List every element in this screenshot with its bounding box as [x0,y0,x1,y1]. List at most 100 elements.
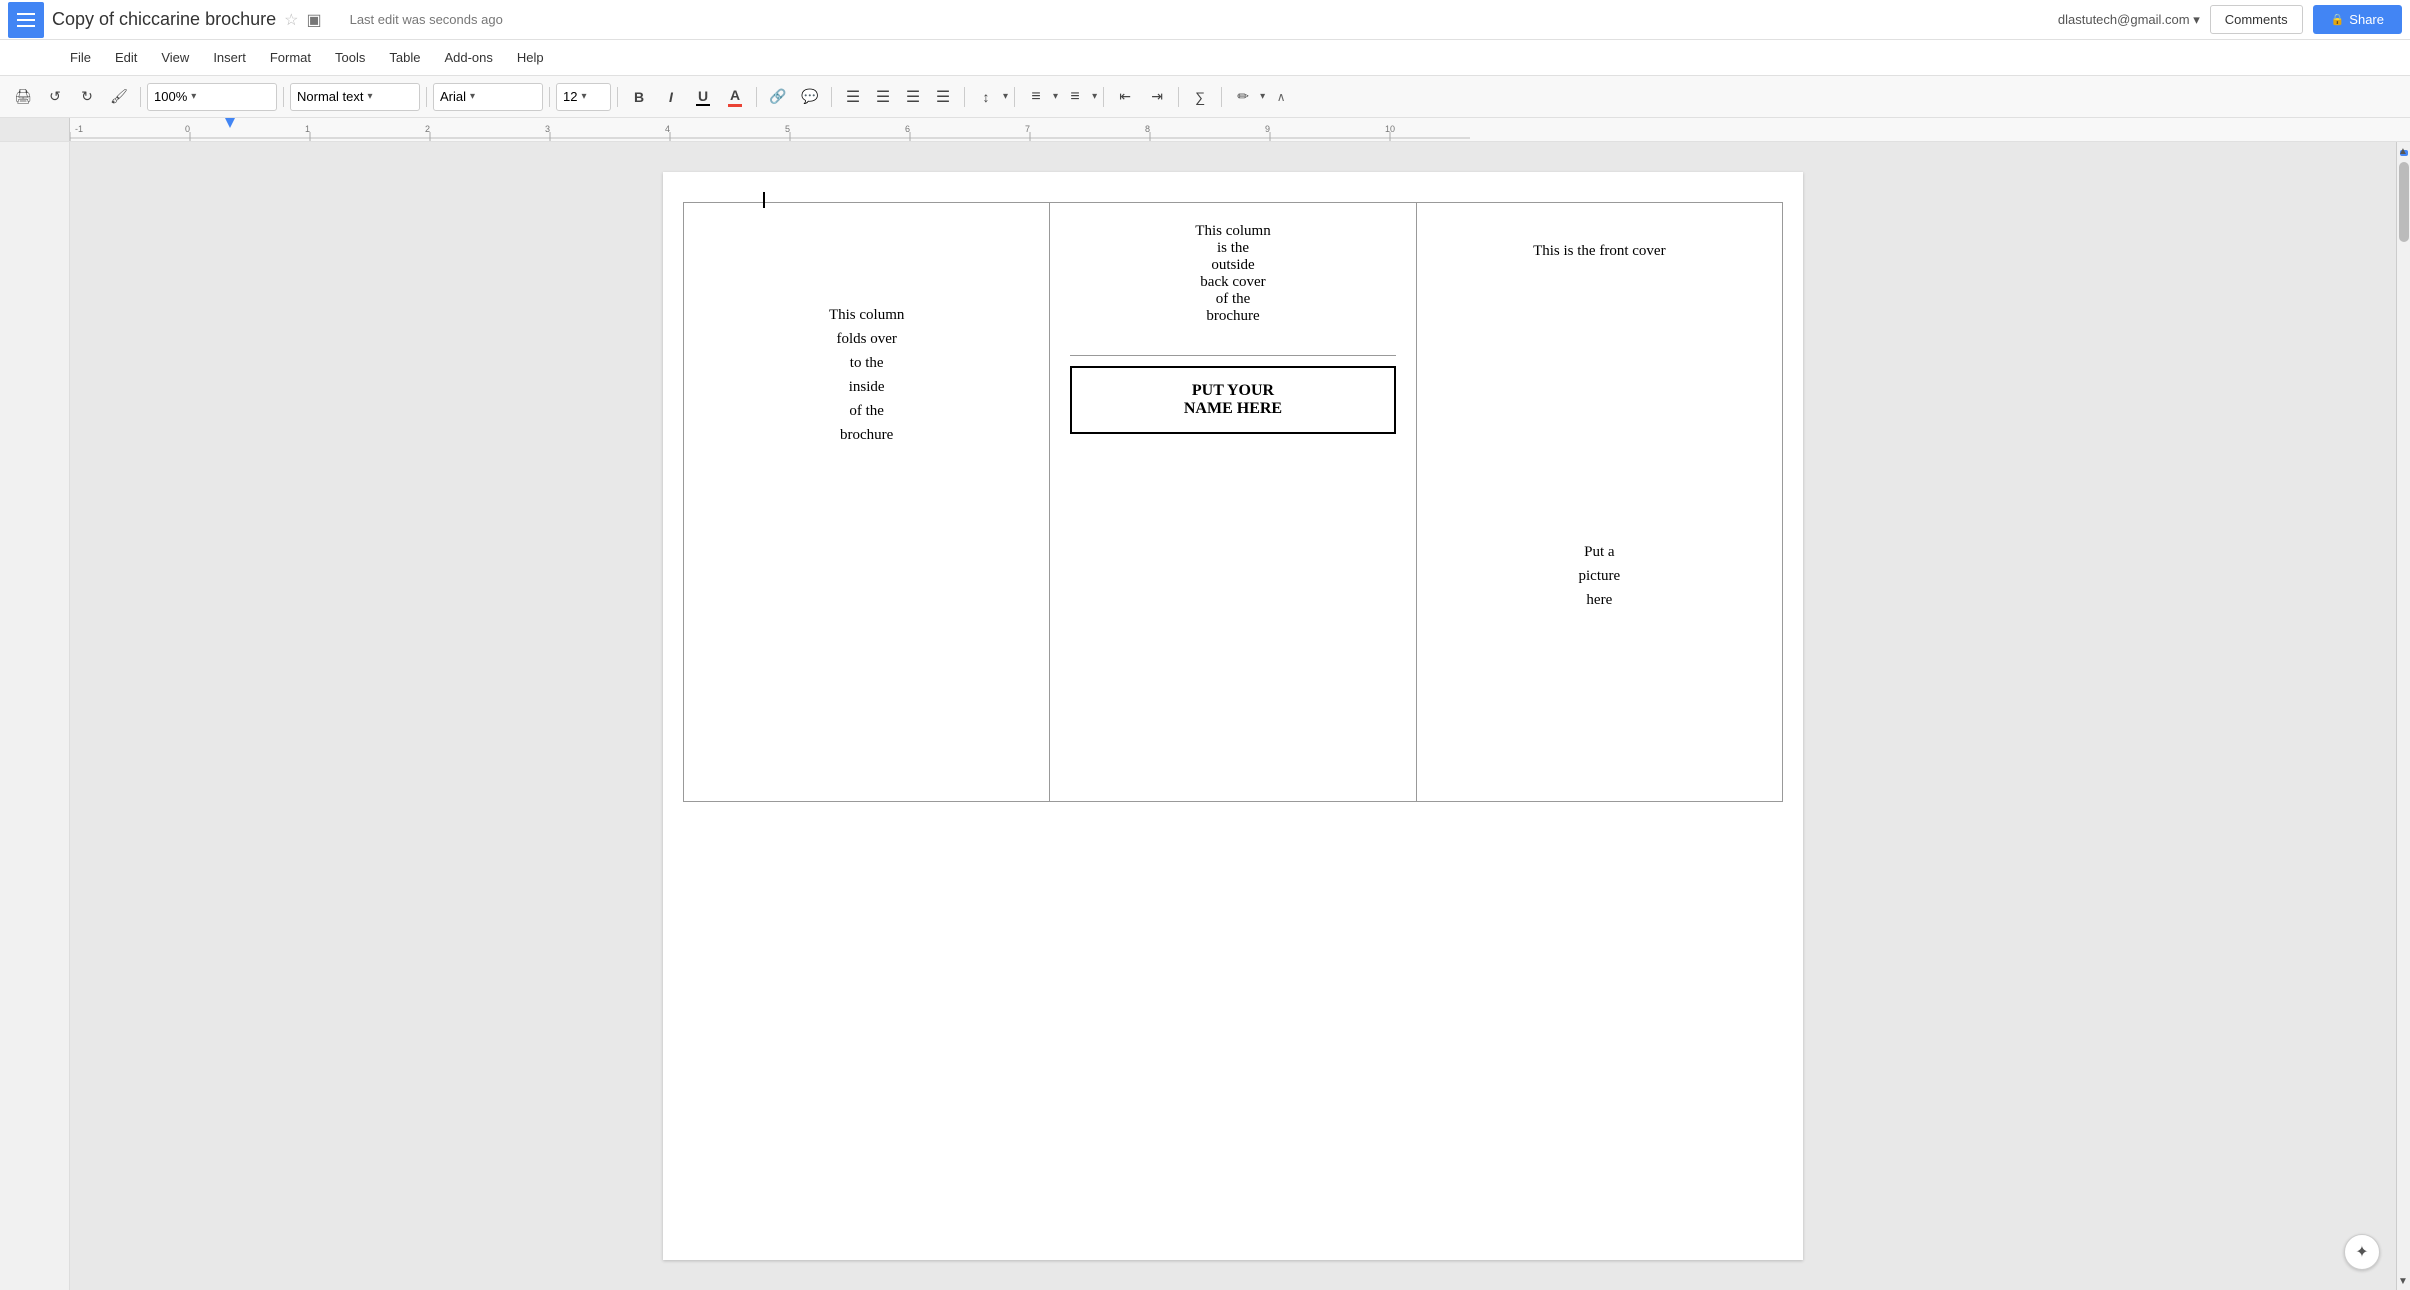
zoom-chevron: ▾ [191,91,196,102]
comments-button[interactable]: Comments [2210,5,2303,34]
svg-text:7: 7 [1025,124,1030,134]
font-size-select[interactable]: 12 ▾ [556,83,611,111]
line-spacing-chevron: ▾ [1003,91,1008,102]
svg-text:8: 8 [1145,124,1150,134]
bullet-list-chevron: ▾ [1092,91,1097,102]
divider-4 [549,87,550,107]
column-middle[interactable]: This columnis theoutsideback coverof the… [1050,203,1416,802]
underline-button[interactable]: U [688,82,718,112]
underline-bar [696,104,710,106]
divider-1 [140,87,141,107]
align-left-button[interactable]: ☰ [838,82,868,112]
color-a-container: A [728,87,742,107]
menu-file[interactable]: File [60,46,101,69]
document-page[interactable]: This columnfolds overto theinsideof theb… [663,172,1803,1260]
align-center-button[interactable]: ☰ [868,82,898,112]
font-select[interactable]: Arial ▾ [433,83,543,111]
pen-chevron: ▾ [1260,91,1265,102]
indent-less-button[interactable]: ⇤ [1110,82,1140,112]
color-bar [728,104,742,107]
scroll-arrow-down[interactable]: ▼ [2396,1274,2410,1288]
column-left[interactable]: This columnfolds overto theinsideof theb… [684,203,1050,802]
hamburger-line-1 [17,13,35,15]
indent-more-button[interactable]: ⇥ [1142,82,1172,112]
hamburger-line-2 [17,19,35,21]
table-row: This columnfolds overto theinsideof theb… [684,203,1783,802]
menu-edit[interactable]: Edit [105,46,147,69]
formula-button[interactable]: ∑ [1185,82,1215,112]
user-email[interactable]: dlastutech@gmail.com ▾ [2058,12,2200,28]
print-button[interactable]: 🖨 [8,82,38,112]
menu-table[interactable]: Table [379,46,430,69]
star-icon[interactable]: ☆ [284,10,298,30]
divider-9 [1014,87,1015,107]
ruler-inner: -1 0 1 2 3 4 5 6 7 8 9 10 [70,118,2410,141]
insert-link-button[interactable]: 🔗 [763,82,793,112]
left-panel [0,142,70,1290]
top-bar: Copy of chiccarine brochure ☆ ▣ Last edi… [0,0,2410,40]
menu-format[interactable]: Format [260,46,321,69]
svg-text:6: 6 [905,124,910,134]
divider-2 [283,87,284,107]
menu-tools[interactable]: Tools [325,46,375,69]
brochure-table: This columnfolds overto theinsideof theb… [683,202,1783,802]
title-area: Copy of chiccarine brochure ☆ ▣ Last edi… [52,9,2058,30]
bold-button[interactable]: B [624,82,654,112]
save-status: Last edit was seconds ago [350,12,503,27]
picture-placeholder-text: Put apicturehere [1437,540,1762,612]
divider-11 [1178,87,1179,107]
top-right-area: dlastutech@gmail.com ▾ Comments 🔒 Share [2058,5,2402,34]
scroll-arrow-up[interactable]: ▲ [2396,144,2410,158]
text-color-button[interactable]: A [720,82,750,112]
divider-10 [1103,87,1104,107]
hamburger-line-3 [17,25,35,27]
zoom-select[interactable]: 100% ▾ [147,83,277,111]
share-button[interactable]: 🔒 Share [2313,5,2402,34]
menu-view[interactable]: View [151,46,199,69]
svg-text:-1: -1 [75,124,83,134]
vertical-scrollbar[interactable]: ▲ ▼ [2396,142,2410,1290]
divider-6 [756,87,757,107]
folder-icon[interactable]: ▣ [306,10,321,30]
font-chevron: ▾ [470,91,475,102]
document-title[interactable]: Copy of chiccarine brochure [52,9,276,30]
name-box[interactable]: PUT YOURNAME HERE [1070,366,1395,434]
divider-7 [831,87,832,107]
pen-area: ✏ ▾ [1228,82,1265,112]
align-justify-button[interactable]: ☰ [928,82,958,112]
line-spacing-button[interactable]: ↕ [971,82,1001,112]
svg-text:4: 4 [665,124,670,134]
align-right-button[interactable]: ☰ [898,82,928,112]
menu-insert[interactable]: Insert [203,46,256,69]
svg-text:1: 1 [305,124,310,134]
insert-comment-button[interactable]: 💬 [795,82,825,112]
svg-text:5: 5 [785,124,790,134]
numbered-list-button[interactable]: ≡ [1021,82,1051,112]
divider-3 [426,87,427,107]
style-select[interactable]: Normal text ▾ [290,83,420,111]
ruler: -1 0 1 2 3 4 5 6 7 8 9 10 [0,118,2410,142]
pen-button[interactable]: ✏ [1228,82,1258,112]
column-right[interactable]: This is the front cover Put apicturehere [1416,203,1782,802]
menu-addons[interactable]: Add-ons [434,46,502,69]
main-content: This columnfolds overto theinsideof theb… [0,142,2410,1290]
document-area[interactable]: This columnfolds overto theinsideof theb… [70,142,2396,1290]
app-menu-button[interactable] [8,2,44,38]
menu-help[interactable]: Help [507,46,554,69]
smart-compose-button[interactable]: ✦ [2344,1234,2380,1270]
menu-bar: File Edit View Insert Format Tools Table… [0,40,2410,76]
undo-button[interactable]: ↺ [40,82,70,112]
numbered-list-chevron: ▾ [1053,91,1058,102]
text-cursor [763,192,765,208]
redo-button[interactable]: ↻ [72,82,102,112]
divider-8 [964,87,965,107]
bullet-list-button[interactable]: ≡ [1060,82,1090,112]
column-middle-text: This columnis theoutsideback coverof the… [1070,223,1395,356]
italic-button[interactable]: I [656,82,686,112]
scrollbar-thumb[interactable] [2399,162,2409,242]
collapse-toolbar-button[interactable]: ∧ [1271,87,1291,107]
toolbar: 🖨 ↺ ↻ 🖌 100% ▾ Normal text ▾ Arial ▾ 12 … [0,76,2410,118]
text-color-label: A [730,87,740,103]
style-chevron: ▾ [367,91,372,102]
paint-format-button[interactable]: 🖌 [104,82,134,112]
